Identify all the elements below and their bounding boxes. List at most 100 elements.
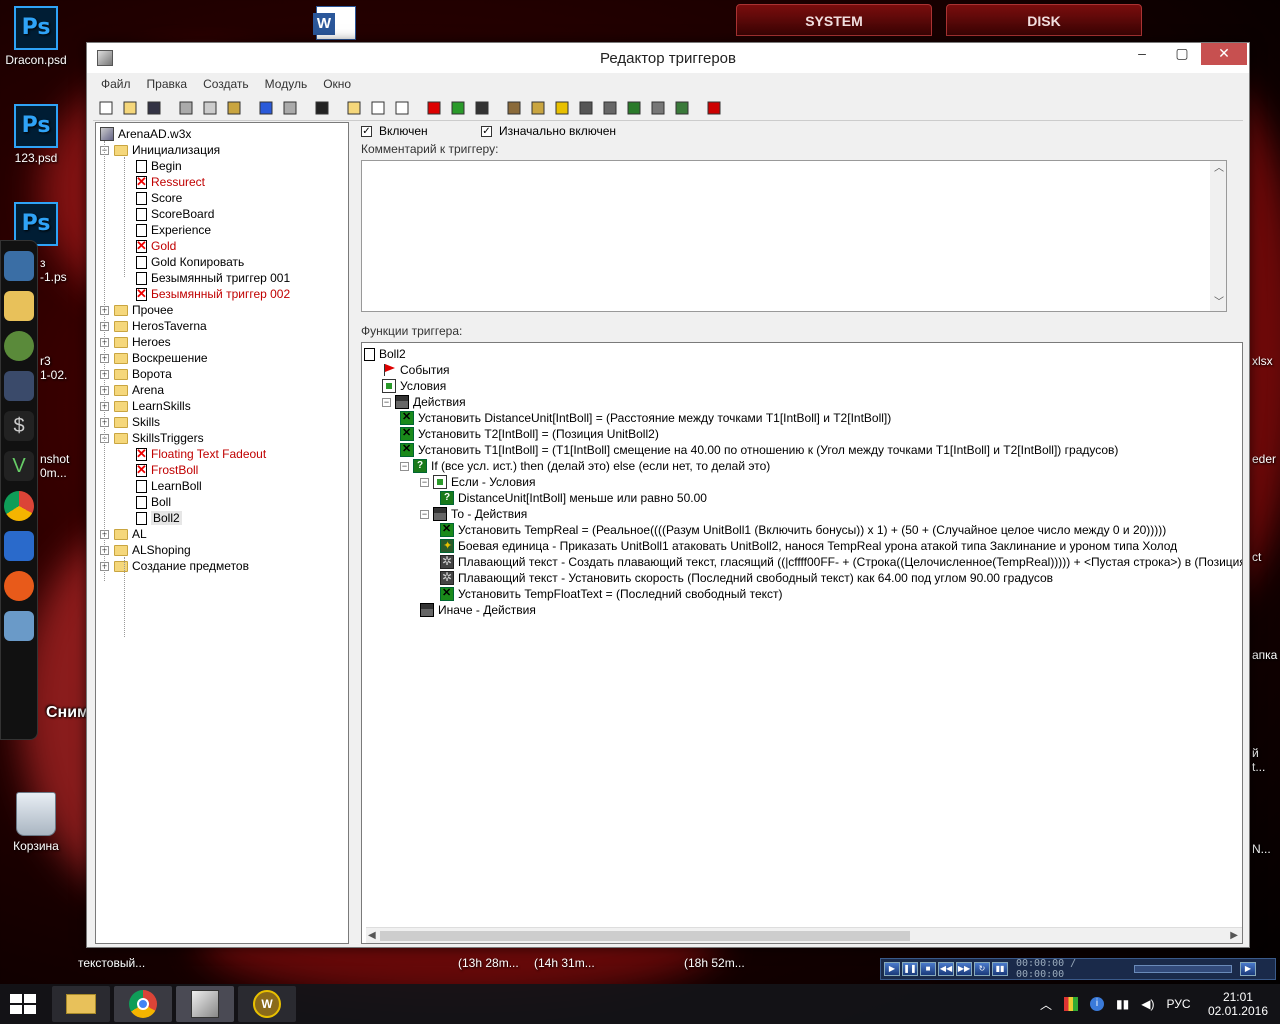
playback-progress[interactable] <box>1134 965 1232 973</box>
show-hidden-icons-icon[interactable]: ︿ <box>1040 996 1052 1013</box>
horizontal-scrollbar[interactable]: ◀ ▶ <box>366 927 1242 943</box>
redo-icon[interactable] <box>279 97 301 119</box>
tree-item[interactable]: + Ворота <box>100 366 172 382</box>
close-button[interactable]: ✕ <box>1201 43 1247 65</box>
import-icon[interactable] <box>671 97 693 119</box>
dollar-icon[interactable]: $ <box>4 411 34 441</box>
tree-item[interactable]: Безымянный триггер 001 <box>136 270 290 286</box>
next-button[interactable]: ▶▶ <box>956 962 972 976</box>
chrome-icon[interactable] <box>114 986 172 1022</box>
test-map-icon[interactable] <box>703 97 725 119</box>
new-category-icon[interactable] <box>343 97 365 119</box>
tree-item[interactable]: Floating Text Fadeout <box>136 446 266 462</box>
object-icon[interactable] <box>527 97 549 119</box>
trigger-tree[interactable]: ArenaAD.w3x−ИнициализацияBegin Ressurect S… <box>95 122 349 944</box>
tree-item[interactable]: Boll <box>136 494 171 510</box>
menu-item[interactable]: Правка <box>139 77 196 91</box>
tree-item[interactable]: + ALShoping <box>100 542 191 558</box>
function-row[interactable]: − Если - Условия <box>420 474 535 490</box>
function-row[interactable]: Boll2 <box>364 346 406 362</box>
tree-item[interactable]: + Arena <box>100 382 164 398</box>
tree-item[interactable]: ArenaAD.w3x <box>100 126 191 142</box>
pause-button[interactable]: ❚❚ <box>902 962 918 976</box>
tree-item[interactable]: Безымянный триггер 002 <box>136 286 290 302</box>
tree-item[interactable]: Gold Копировать <box>136 254 244 270</box>
tree-item[interactable]: Gold <box>136 238 176 254</box>
language-indicator[interactable]: РУС <box>1166 997 1190 1011</box>
tree-item[interactable]: + Heroes <box>100 334 171 350</box>
desktop-icon-123[interactable]: Ps 123.psd <box>0 104 72 165</box>
network-icon[interactable] <box>4 371 34 401</box>
tree-item[interactable]: + Прочее <box>100 302 173 318</box>
cut-icon[interactable] <box>175 97 197 119</box>
flash-icon[interactable] <box>4 571 34 601</box>
previous-button[interactable]: ◀◀ <box>938 962 954 976</box>
function-row[interactable]: Плавающий текст - Создать плавающий текс… <box>440 554 1242 570</box>
volume-icon[interactable]: ◀) <box>1141 997 1154 1011</box>
enabled-checkbox-row[interactable]: ✓ Включен <box>361 124 428 138</box>
function-row[interactable]: − Действия <box>382 394 466 410</box>
comment-scrollbar[interactable]: ︿ ﹀ <box>1210 161 1226 311</box>
menu-item[interactable]: Создать <box>195 77 257 91</box>
tree-item[interactable]: + Skills <box>100 414 160 430</box>
tree-item[interactable]: − SkillsTriggers <box>100 430 204 446</box>
new-comment-icon[interactable] <box>391 97 413 119</box>
open-icon[interactable] <box>119 97 141 119</box>
undo-icon[interactable] <box>255 97 277 119</box>
delete-icon[interactable] <box>311 97 333 119</box>
camera-icon[interactable] <box>599 97 621 119</box>
function-row[interactable]: Установить TempReal = (Реальное((((Разум… <box>440 522 1166 538</box>
menu-item[interactable]: Файл <box>93 77 139 91</box>
function-row[interactable]: Плавающий текст - Установить скорость (П… <box>440 570 1053 586</box>
music-icon[interactable] <box>4 531 34 561</box>
function-row[interactable]: Установить TempFloatText = (Последний св… <box>440 586 783 602</box>
vectorworks-icon[interactable]: V <box>4 451 34 481</box>
function-row[interactable]: События <box>382 362 450 378</box>
script-icon[interactable] <box>647 97 669 119</box>
scroll-down-icon[interactable]: ﹀ <box>1214 295 1224 311</box>
tree-item[interactable]: + Воскрешение <box>100 350 208 366</box>
trigger-functions-tree[interactable]: ◀ ▶ Boll2СобытияУсловия−ДействияУстанови… <box>361 342 1243 944</box>
tree-item[interactable]: FrostBoll <box>136 462 198 478</box>
world-editor-icon[interactable] <box>176 986 234 1022</box>
tree-item[interactable]: Boll2 <box>136 510 182 526</box>
minimize-button[interactable]: – <box>1127 43 1157 65</box>
function-row[interactable]: Боевая единица - Приказать UnitBoll1 ата… <box>440 538 1177 554</box>
repeat-button[interactable]: ↻ <box>974 962 990 976</box>
function-row[interactable]: Установить DistanceUnit[IntBoll] = (Расс… <box>400 410 891 426</box>
function-row[interactable]: − То - Действия <box>420 506 527 522</box>
collapse-icon[interactable]: − <box>400 461 409 471</box>
scrollbar-thumb[interactable] <box>380 931 910 941</box>
new-trigger-icon[interactable] <box>367 97 389 119</box>
new-event-icon[interactable] <box>423 97 445 119</box>
terrain-icon[interactable] <box>503 97 525 119</box>
sync-icon[interactable] <box>4 331 34 361</box>
start-button[interactable] <box>10 994 38 1016</box>
new-condition-icon[interactable] <box>447 97 469 119</box>
tree-item[interactable]: Begin <box>136 158 182 174</box>
tree-item[interactable]: + AL <box>100 526 147 542</box>
scroll-left-icon[interactable]: ◀ <box>368 928 376 943</box>
tree-item[interactable]: + HerosTaverna <box>100 318 207 334</box>
function-row[interactable]: Условия <box>382 378 446 394</box>
tree-item[interactable]: Experience <box>136 222 211 238</box>
file-explorer-icon[interactable] <box>52 986 110 1022</box>
chrome-icon[interactable] <box>4 491 34 521</box>
title-bar[interactable]: Редактор триггеров – ▢ ✕ <box>87 43 1249 73</box>
desktop-icon-dracon[interactable]: Ps Dracon.psd <box>0 6 72 67</box>
initially-enabled-checkbox-row[interactable]: ✓ Изначально включен <box>481 124 616 138</box>
scroll-up-icon[interactable]: ︿ <box>1214 161 1224 177</box>
network-icon[interactable]: ▮▮ <box>1116 997 1129 1011</box>
sound-icon[interactable] <box>551 97 573 119</box>
campaign-icon[interactable] <box>623 97 645 119</box>
maximize-button[interactable]: ▢ <box>1167 43 1197 65</box>
function-row[interactable]: Установить T1[IntBoll] = (T1[IntBoll] см… <box>400 442 1118 458</box>
function-row[interactable]: −? If (все усл. ист.) then (делай это) el… <box>400 458 770 474</box>
menu-item[interactable]: Модуль <box>257 77 316 91</box>
stop-button[interactable]: ■ <box>920 962 936 976</box>
function-row[interactable]: ? DistanceUnit[IntBoll] меньше или равно … <box>440 490 707 506</box>
ai-icon[interactable] <box>575 97 597 119</box>
folder-icon[interactable] <box>4 291 34 321</box>
info-icon[interactable]: i <box>1090 997 1105 1011</box>
tree-item[interactable]: + Создание предметов <box>100 558 249 574</box>
